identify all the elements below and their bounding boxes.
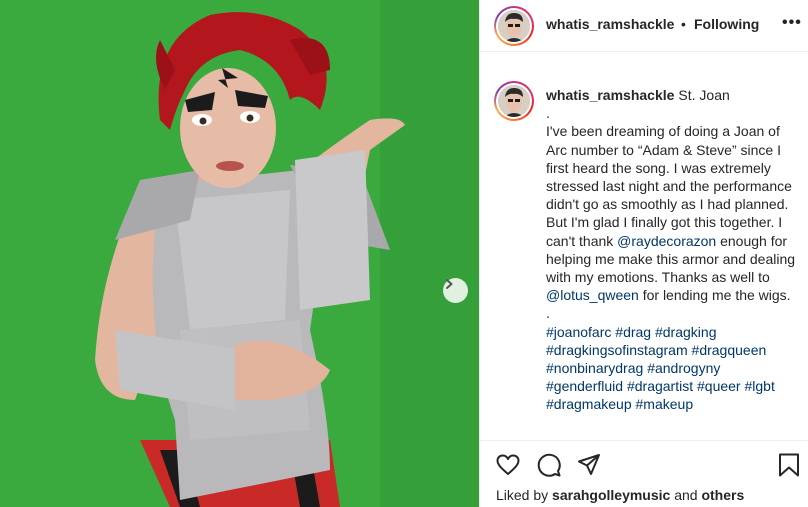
hashtag-link[interactable]: #joanofarc (546, 324, 611, 340)
liked-by-text: Liked by sarahgolleymusic and others (496, 487, 744, 503)
caption-title: St. Joan (678, 87, 730, 103)
caption-username[interactable]: whatis_ramshackle (546, 87, 674, 103)
following-button[interactable]: Following (694, 16, 759, 32)
post-actions: Liked by sarahgolleymusic and others (480, 440, 808, 507)
hashtag-link[interactable]: #makeup (636, 396, 694, 412)
liked-middle: and (670, 487, 702, 503)
follow-separator: • (681, 16, 686, 32)
chevron-right-icon (446, 279, 453, 289)
liked-prefix: Liked by (496, 487, 553, 503)
next-image-button[interactable] (443, 278, 468, 303)
comments-area[interactable]: whatis_ramshackle St. Joan . I've been dr… (480, 53, 808, 440)
share-icon[interactable] (576, 452, 602, 478)
post-details-panel: whatis_ramshackle • Following ••• whatis… (479, 0, 808, 507)
caption-text: whatis_ramshackle St. Joan . I've been dr… (546, 86, 796, 414)
hashtag-link[interactable]: #genderfluid (546, 378, 623, 394)
mention-link[interactable]: @raydecorazon (617, 233, 716, 249)
hashtag-link[interactable]: #dragartist (627, 378, 693, 394)
heart-icon[interactable] (495, 452, 521, 478)
header-username[interactable]: whatis_ramshackle (546, 16, 674, 32)
hashtag-link[interactable]: #dragqueen (692, 342, 767, 358)
caption-body-1: I've been dreaming of doing a Joan of Ar… (546, 123, 796, 249)
mention-link[interactable]: @lotus_qween (546, 287, 639, 303)
liked-others[interactable]: others (701, 487, 744, 503)
hashtag-link[interactable]: #androgyny (647, 360, 720, 376)
hashtag-link[interactable]: #nonbinarydrag (546, 360, 643, 376)
hashtag-link[interactable]: #queer (697, 378, 741, 394)
liked-user[interactable]: sarahgolleymusic (552, 487, 670, 503)
bookmark-icon[interactable] (776, 452, 802, 478)
avatar-image (498, 85, 530, 117)
post-header: whatis_ramshackle • Following ••• (480, 0, 808, 52)
caption-avatar[interactable] (494, 81, 534, 121)
hashtag-link[interactable]: #lgbt (744, 378, 774, 394)
hashtag-link[interactable]: #drag (615, 324, 651, 340)
caption-body-3: for lending me the wigs. (638, 287, 791, 304)
comment-icon[interactable] (536, 452, 562, 478)
caption-dot: . (546, 305, 550, 322)
more-icon[interactable]: ••• (782, 14, 802, 32)
hashtag-link[interactable]: #dragking (655, 324, 717, 340)
avatar-image (498, 10, 530, 42)
photo-illustration (0, 0, 479, 507)
hashtag-link[interactable]: #dragmakeup (546, 396, 632, 412)
avatar[interactable] (494, 6, 534, 46)
caption-dot: . (546, 105, 550, 122)
hashtag-link[interactable]: #dragkingsofinstagram (546, 342, 688, 358)
post-photo[interactable] (0, 0, 479, 507)
